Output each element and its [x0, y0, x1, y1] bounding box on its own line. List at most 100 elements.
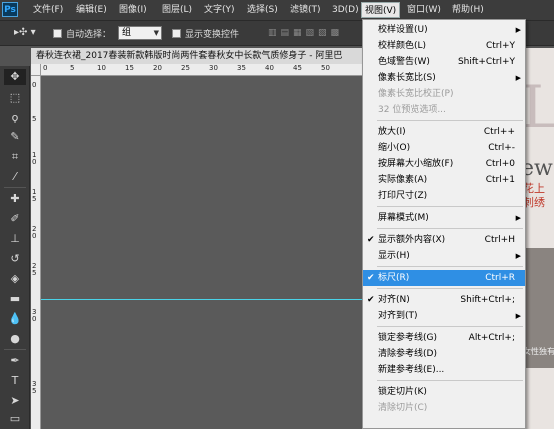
view-menu-item[interactable]: ✔ 对齐(N) Shift+Ctrl+; — [363, 292, 525, 308]
menu-item-shortcut: Shift+Ctrl+Y — [457, 57, 515, 67]
type-tool-icon[interactable]: T — [4, 373, 26, 389]
menu-item-label: 锁定参考线(G) — [378, 333, 437, 343]
view-menu-item[interactable]: ✔ 标尺(R) Ctrl+R — [363, 270, 525, 286]
clone-stamp-tool-icon[interactable]: ⊥ — [4, 231, 26, 247]
view-menu-item[interactable]: 对齐到(T) ▶ — [363, 308, 525, 324]
blur-tool-icon[interactable]: 💧 — [4, 311, 26, 327]
eyedropper-tool-icon[interactable]: ⁄ — [4, 169, 26, 185]
view-menu-item[interactable]: 锁定切片(K) — [363, 384, 525, 400]
ruler-label: 20 — [153, 64, 162, 72]
menu-item-label: 像素长宽比(S) — [378, 73, 436, 83]
ruler-label: 1 0 — [32, 151, 37, 166]
menu-separator — [377, 120, 523, 121]
view-menu-item[interactable]: ✔ 显示额外内容(X) Ctrl+H — [363, 232, 525, 248]
eraser-tool-icon[interactable]: ◈ — [4, 271, 26, 287]
view-menu-item[interactable]: 色域警告(W) Shift+Ctrl+Y — [363, 54, 525, 70]
ruler-label: 5 — [32, 115, 37, 123]
view-menu-item[interactable]: 屏幕模式(M) ▶ — [363, 210, 525, 226]
path-select-tool-icon[interactable]: ➤ — [4, 393, 26, 409]
ruler-label: 3 0 — [32, 308, 37, 323]
menu-item-shortcut: Alt+Ctrl+; — [468, 333, 515, 343]
ruler-origin[interactable] — [31, 64, 41, 76]
menu-item-label: 色域警告(W) — [378, 57, 430, 67]
menu-image[interactable]: 图像(I) — [116, 0, 150, 20]
menu-file[interactable]: 文件(F) — [30, 0, 66, 20]
lasso-tool-icon[interactable]: ϙ — [4, 110, 26, 126]
view-menu-item[interactable]: 校样设置(U) ▶ — [363, 22, 525, 38]
menu-layer[interactable]: 图层(L) — [159, 0, 195, 20]
menu-edit[interactable]: 编辑(E) — [73, 0, 110, 20]
ruler-label: 30 — [209, 64, 218, 72]
menu-3d[interactable]: 3D(D) — [329, 0, 362, 20]
submenu-arrow-icon: ▶ — [515, 312, 521, 320]
view-menu-item[interactable]: 像素长宽比(S) ▶ — [363, 70, 525, 86]
view-menu-item[interactable]: 显示(H) ▶ — [363, 248, 525, 264]
view-menu-item[interactable]: 放大(I) Ctrl++ — [363, 124, 525, 140]
horizontal-guide[interactable] — [41, 299, 371, 300]
menu-item-label: 打印尺寸(Z) — [378, 191, 428, 201]
marquee-tool-icon[interactable]: ⬚ — [4, 90, 26, 106]
view-menu-item[interactable]: 清除参考线(D) — [363, 346, 525, 362]
dodge-tool-icon[interactable]: ● — [4, 331, 26, 347]
menu-separator — [377, 380, 523, 381]
bg-caption: 女性独有 — [523, 347, 554, 356]
move-tool-preset-icon[interactable]: ▸✣ ▾ — [14, 27, 36, 38]
menu-item-shortcut: Ctrl+0 — [485, 159, 515, 169]
history-brush-tool-icon[interactable]: ↺ — [4, 251, 26, 267]
quick-select-tool-icon[interactable]: ✎ — [4, 129, 26, 145]
ruler-label: 2 5 — [32, 262, 37, 277]
menu-item-label: 校样颜色(L) — [378, 41, 427, 51]
menu-select[interactable]: 选择(S) — [244, 0, 281, 20]
align-icons[interactable]: ▥▤▦▧▨▩ — [268, 28, 343, 38]
view-menu-item: 像素长宽比校正(P) — [363, 86, 525, 102]
menu-window[interactable]: 窗口(W) — [404, 0, 444, 20]
menu-item-label: 清除切片(C) — [378, 403, 428, 413]
menu-item-shortcut: Ctrl+- — [488, 143, 515, 153]
ruler-label: 25 — [181, 64, 190, 72]
menu-item-shortcut: Ctrl+R — [485, 273, 515, 283]
view-menu-item[interactable]: 打印尺寸(Z) — [363, 188, 525, 204]
view-menu-item[interactable]: 新建参考线(E)... — [363, 362, 525, 378]
menu-item-shortcut: Ctrl+Y — [485, 41, 515, 51]
view-menu-item[interactable]: 校样颜色(L) Ctrl+Y — [363, 38, 525, 54]
shape-tool-icon[interactable]: ▭ — [4, 411, 26, 427]
menu-item-label: 放大(I) — [378, 127, 406, 137]
view-menu-item[interactable]: 缩小(O) Ctrl+- — [363, 140, 525, 156]
view-menu-item[interactable]: 锁定参考线(G) Alt+Ctrl+; — [363, 330, 525, 346]
vertical-ruler[interactable]: 0 5 1 0 1 5 2 0 2 5 3 0 3 5 — [31, 76, 41, 429]
tool-divider — [4, 349, 26, 350]
submenu-arrow-icon: ▶ — [515, 74, 521, 82]
auto-select-dropdown[interactable]: 组 ▼ — [118, 26, 162, 40]
menu-view[interactable]: 视图(V) — [361, 2, 401, 18]
check-icon: ✔ — [367, 273, 375, 283]
document-tab[interactable]: 春秋连衣裙_2017春装新款韩版时尚两件套春秋女中长款气质修身子 - 阿里巴 — [31, 48, 371, 64]
pen-tool-icon[interactable]: ✒ — [4, 353, 26, 369]
ruler-label: 45 — [293, 64, 302, 72]
healing-brush-tool-icon[interactable]: ✚ — [4, 191, 26, 207]
menu-help[interactable]: 帮助(H) — [449, 0, 487, 20]
view-menu-dropdown: 校样设置(U) ▶ 校样颜色(L) Ctrl+Y 色域警告(W) Shift+Ctrl+Y… — [362, 19, 526, 429]
menu-type[interactable]: 文字(Y) — [201, 0, 238, 20]
check-icon: ✔ — [367, 295, 375, 305]
ruler-label: 10 — [97, 64, 106, 72]
view-menu-item[interactable]: 实际像素(A) Ctrl+1 — [363, 172, 525, 188]
auto-select-checkbox[interactable] — [53, 29, 62, 38]
menu-item-label: 32 位预览选项... — [378, 105, 446, 115]
move-tool-icon[interactable]: ✥ — [4, 69, 26, 85]
crop-tool-icon[interactable]: ⌗ — [4, 149, 26, 165]
menu-filter[interactable]: 滤镜(T) — [287, 0, 324, 20]
view-menu-item[interactable]: 按屏幕大小缩放(F) Ctrl+0 — [363, 156, 525, 172]
horizontal-ruler[interactable]: 0 5 10 15 20 25 30 35 40 45 50 — [31, 64, 371, 76]
ruler-label: 0 — [43, 64, 48, 72]
photoshop-logo: Ps — [2, 2, 18, 17]
ruler-label: 2 0 — [32, 225, 37, 240]
menu-item-label: 对齐(N) — [378, 295, 410, 305]
menu-item-shortcut: Shift+Ctrl+; — [460, 295, 515, 305]
check-icon: ✔ — [367, 235, 375, 245]
chevron-down-icon: ▼ — [153, 29, 159, 37]
show-transform-checkbox[interactable] — [172, 29, 181, 38]
gradient-tool-icon[interactable]: ▬ — [4, 291, 26, 307]
view-menu-item: 32 位预览选项... — [363, 102, 525, 118]
document-canvas[interactable] — [41, 76, 371, 429]
brush-tool-icon[interactable]: ✐ — [4, 211, 26, 227]
